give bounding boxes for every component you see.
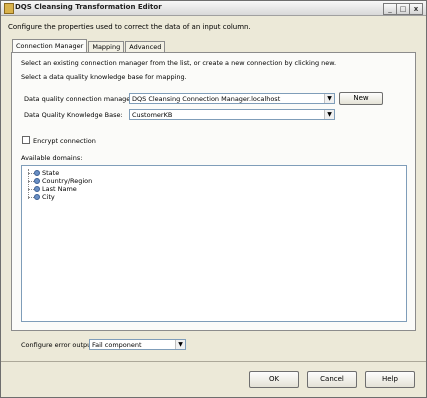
domain-icon [34, 186, 40, 192]
ok-button[interactable]: OK [249, 371, 299, 388]
title-bar[interactable]: DQS Cleansing Transformation Editor _ □ … [1, 1, 426, 16]
window-title: DQS Cleansing Transformation Editor [15, 3, 162, 11]
domain-label: Last Name [42, 185, 77, 193]
error-output-label: Configure error output: [21, 341, 97, 349]
domain-icon [34, 194, 40, 200]
domain-item-last-name[interactable]: Last Name [34, 185, 77, 193]
domain-label: City [42, 193, 55, 201]
available-domains-label: Available domains: [21, 154, 83, 162]
chevron-down-icon: ▼ [175, 340, 185, 349]
domain-label: State [42, 169, 60, 177]
knowledge-base-value: CustomerKB [132, 111, 173, 119]
chevron-down-icon: ▼ [324, 110, 334, 119]
chevron-down-icon: ▼ [324, 94, 334, 103]
connection-manager-label: Data quality connection manager: [24, 95, 136, 103]
tab-mapping[interactable]: Mapping [88, 41, 125, 52]
domain-item-city[interactable]: City [34, 193, 55, 201]
app-icon [4, 3, 14, 14]
tab-advanced[interactable]: Advanced [125, 41, 166, 52]
minimize-button[interactable]: _ [383, 3, 397, 15]
tab-strip: Connection Manager Mapping Advanced [12, 39, 166, 52]
domain-item-country-region[interactable]: Country/Region [34, 177, 92, 185]
footer-divider [1, 361, 426, 362]
error-output-value: Fail component [92, 341, 142, 349]
new-connection-button[interactable]: New [339, 92, 383, 105]
knowledge-base-select[interactable]: CustomerKB ▼ [129, 109, 335, 120]
connection-manager-panel: Select an existing connection manager fr… [11, 52, 416, 331]
domain-item-state[interactable]: State [34, 169, 59, 177]
domain-label: Country/Region [42, 177, 93, 185]
maximize-button[interactable]: □ [396, 3, 410, 15]
dialog-subtitle: Configure the properties used to correct… [8, 23, 251, 31]
encrypt-connection-label: Encrypt connection [33, 137, 96, 145]
cancel-button[interactable]: Cancel [307, 371, 357, 388]
domain-icon [34, 178, 40, 184]
knowledge-base-label: Data Quality Knowledge Base: [24, 111, 123, 119]
dialog-window: DQS Cleansing Transformation Editor _ □ … [0, 0, 427, 398]
connection-manager-select[interactable]: DQS Cleansing Connection Manager.localho… [129, 93, 335, 104]
domain-icon [34, 170, 40, 176]
intro-text-connection: Select an existing connection manager fr… [21, 59, 337, 67]
available-domains-tree[interactable]: State Country/Region Last Name City [21, 165, 407, 322]
tab-connection-manager[interactable]: Connection Manager [12, 39, 88, 52]
connection-manager-value: DQS Cleansing Connection Manager.localho… [132, 95, 281, 103]
intro-text-knowledge-base: Select a data quality knowledge base for… [21, 73, 187, 81]
error-output-select[interactable]: Fail component ▼ [89, 339, 186, 350]
encrypt-connection-checkbox[interactable] [22, 136, 30, 144]
help-button[interactable]: Help [365, 371, 415, 388]
close-button[interactable]: x [409, 3, 423, 15]
